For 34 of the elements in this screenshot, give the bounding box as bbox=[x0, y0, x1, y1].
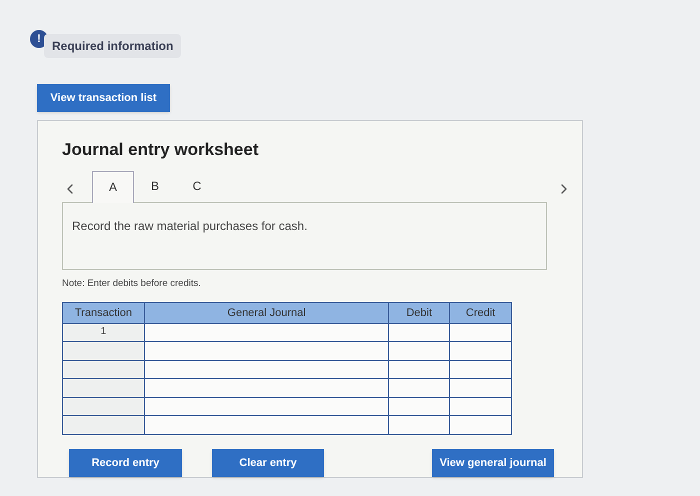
credit-field[interactable] bbox=[450, 342, 511, 360]
worksheet-title: Journal entry worksheet bbox=[62, 139, 260, 161]
debit-field[interactable] bbox=[389, 416, 450, 434]
debit-field[interactable] bbox=[389, 398, 450, 416]
tab[interactable]: A bbox=[92, 170, 134, 202]
action-button[interactable]: View general journal bbox=[432, 448, 554, 477]
credit-field[interactable] bbox=[450, 398, 511, 416]
account-field[interactable] bbox=[144, 416, 389, 434]
account-field[interactable] bbox=[144, 379, 389, 397]
instruction-text: Record the raw material purchases for cash. bbox=[72, 218, 308, 232]
column-header: Credit bbox=[464, 306, 496, 320]
account-field[interactable] bbox=[144, 324, 389, 342]
debit-field[interactable] bbox=[389, 324, 450, 342]
credit-field[interactable] bbox=[450, 379, 511, 397]
action-button[interactable]: Clear entry bbox=[212, 448, 324, 477]
account-field[interactable] bbox=[144, 360, 389, 378]
debit-field[interactable] bbox=[389, 379, 450, 397]
tab[interactable]: C bbox=[176, 170, 218, 200]
account-field[interactable] bbox=[144, 398, 389, 416]
column-header: General Journal bbox=[144, 302, 390, 323]
credit-field[interactable] bbox=[450, 360, 511, 378]
view-transaction-list-button[interactable]: View transaction list bbox=[37, 84, 170, 112]
account-field[interactable] bbox=[144, 342, 389, 360]
credit-field[interactable] bbox=[450, 416, 511, 434]
debit-field[interactable] bbox=[389, 342, 450, 360]
debit-field[interactable] bbox=[389, 360, 450, 378]
column-header: Debit bbox=[389, 302, 450, 323]
required-information-label: Required information bbox=[44, 34, 182, 58]
action-button[interactable]: Record entry bbox=[69, 448, 182, 477]
credit-field[interactable] bbox=[450, 324, 511, 342]
column-header: Transaction bbox=[63, 302, 145, 323]
note-text: Note: Enter debits before credits. bbox=[62, 276, 202, 290]
tab[interactable]: B bbox=[134, 170, 176, 200]
transaction-cell: 1 bbox=[63, 324, 145, 342]
